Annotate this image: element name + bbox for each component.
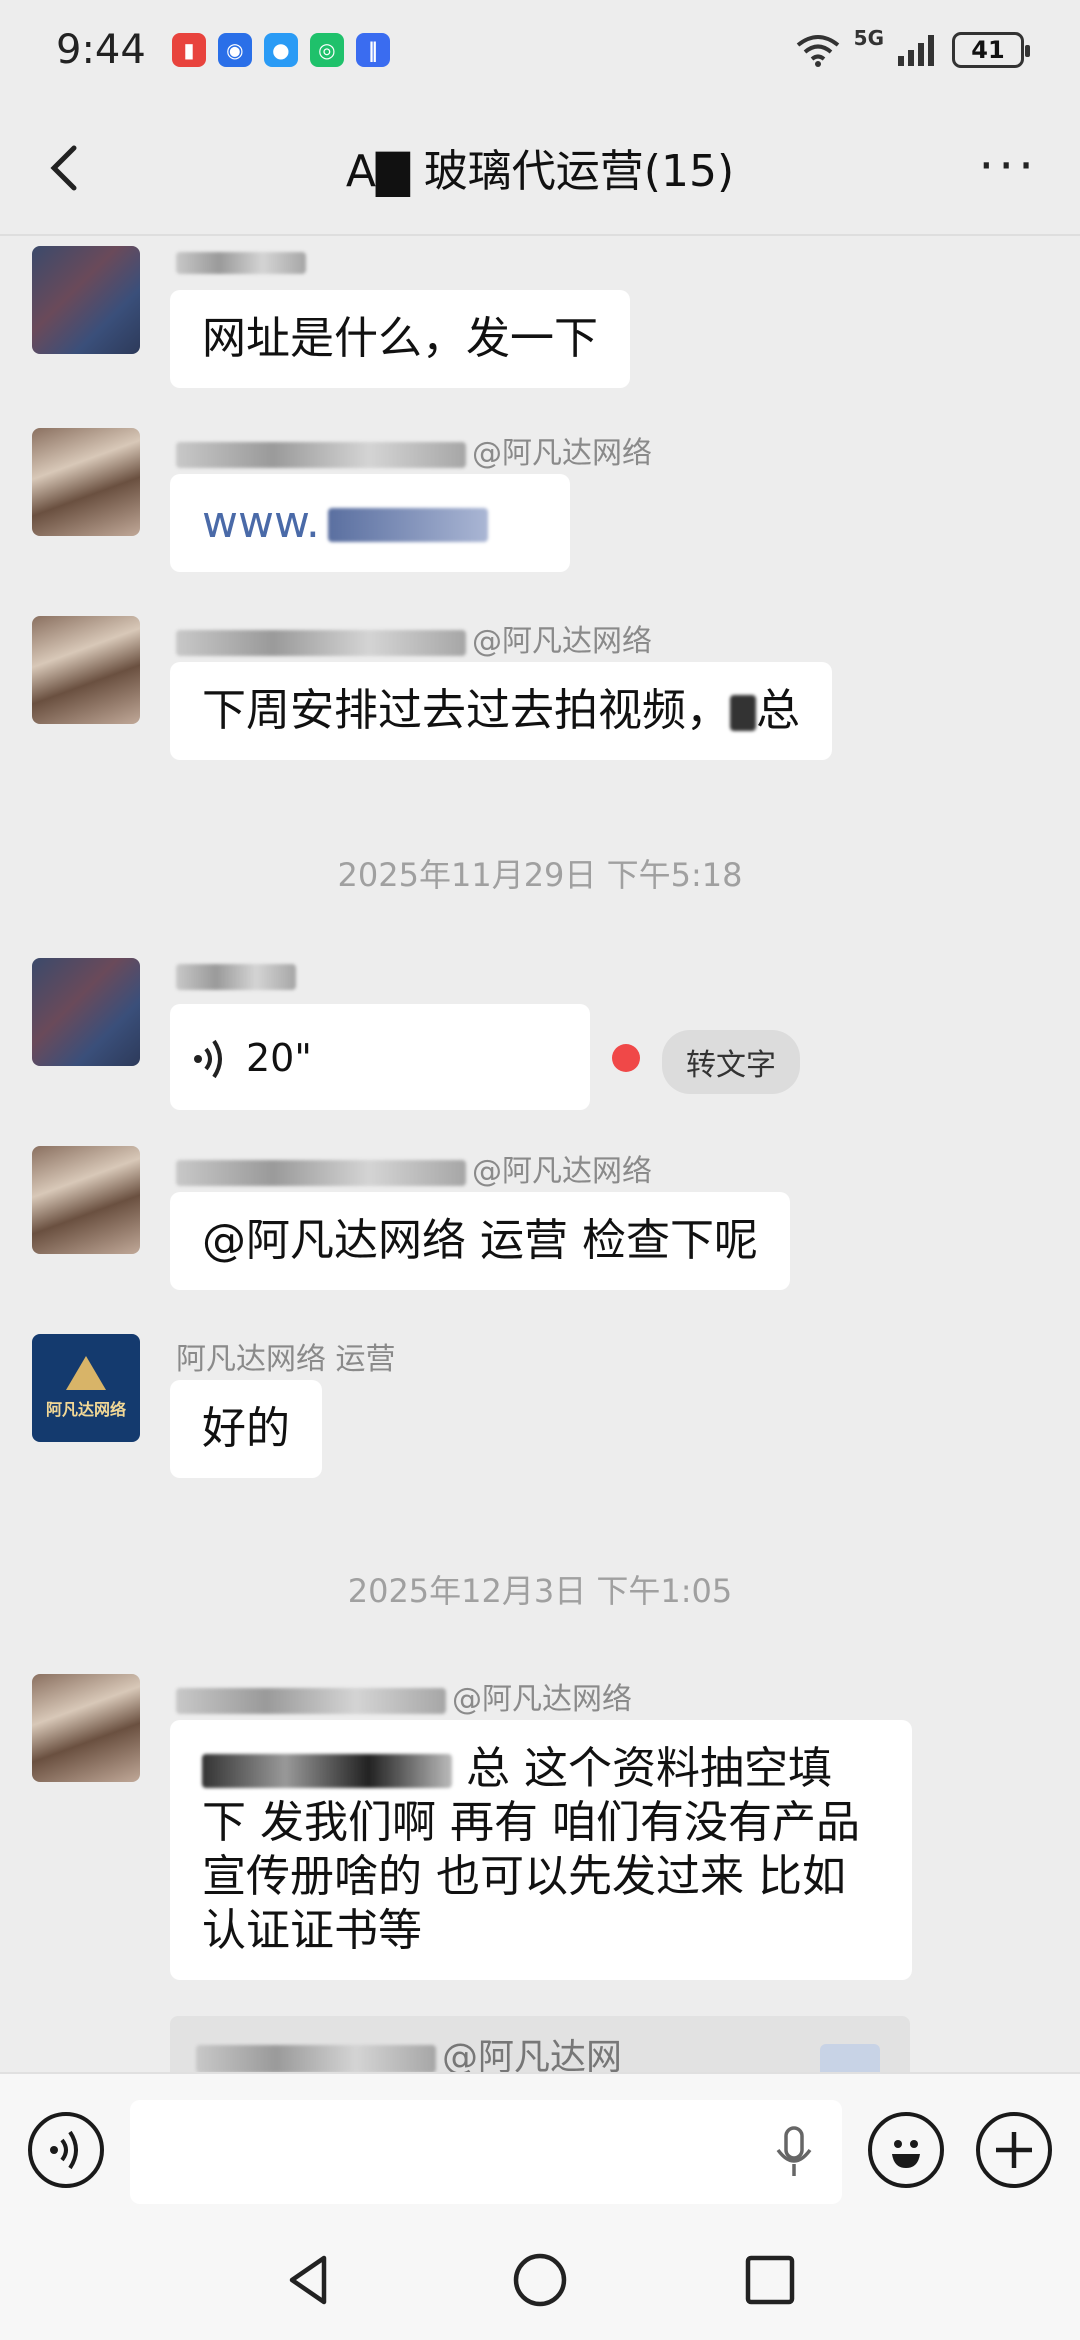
chat-title: A▇ 玻璃代运营(15)	[345, 146, 735, 197]
message-line: 总 这个资料抽空填	[202, 1742, 880, 1796]
system-nav-bar	[0, 2224, 1080, 2340]
unread-dot	[612, 1044, 640, 1072]
notes-app-icon: ▮	[171, 33, 206, 67]
plus-icon	[996, 2132, 1032, 2168]
message-bubble[interactable]: 好的	[170, 1380, 322, 1478]
sender-name	[176, 958, 296, 993]
avatar-label: 阿凡达网络	[45, 1400, 126, 1419]
battery-level: 41	[971, 36, 1005, 64]
microphone-icon[interactable]	[772, 2126, 816, 2178]
clock: 9:44	[56, 27, 146, 73]
message-input[interactable]	[130, 2100, 842, 2204]
message-bubble[interactable]: 网址是什么，发一下	[170, 290, 630, 388]
sender-name: 阿凡达网络 运营	[176, 1342, 396, 1377]
message-bubble[interactable]: 下周安排过去过去拍视频，总	[170, 662, 832, 760]
sender-name: @阿凡达网络	[176, 1146, 652, 1190]
smiley-icon	[892, 2140, 920, 2168]
chat-header: A▇ 玻璃代运营(15) ···	[0, 100, 1080, 236]
avatar[interactable]	[32, 428, 140, 536]
voice-duration: 20"	[246, 1036, 312, 1080]
avatar[interactable]	[32, 1674, 140, 1782]
avatar[interactable]	[32, 616, 140, 724]
sender-name: @阿凡达网络	[176, 1674, 632, 1718]
message-app-icon: ●	[263, 33, 298, 67]
message-bubble[interactable]: 总 这个资料抽空填 下 发我们啊 再有 咱们有没有产品 宣传册啥的 也可以先发过…	[170, 1720, 912, 1980]
timestamp: 2025年11月29日 下午5:18	[337, 856, 743, 894]
nav-back-icon[interactable]	[280, 2250, 340, 2310]
message-bubble[interactable]: @阿凡达网络 运营 检查下呢	[170, 1192, 790, 1290]
wechat-icon: ◎	[309, 33, 344, 67]
avatar[interactable]	[32, 246, 140, 354]
more-options-icon[interactable]: ···	[978, 141, 1038, 191]
battery-icon: 41	[952, 32, 1030, 68]
voice-message-bubble[interactable]: 20"	[170, 1004, 590, 1110]
back-arrow-icon[interactable]	[40, 140, 96, 196]
more-actions-button[interactable]	[976, 2112, 1052, 2188]
wifi-icon	[796, 35, 839, 67]
bulb-app-icon: ◉	[217, 33, 252, 67]
emoji-button[interactable]	[868, 2112, 944, 2188]
avatar[interactable]	[32, 958, 140, 1066]
timestamp: 2025年12月3日 下午1:05	[347, 1572, 733, 1610]
sender-name: @阿凡达网络	[176, 428, 652, 472]
status-bar: 9:44 ▮ ◉ ● ◎ ‖ 5G 41	[0, 0, 1080, 100]
logo-icon	[66, 1356, 106, 1390]
avatar[interactable]	[32, 1146, 140, 1254]
sender-name	[176, 244, 306, 279]
nav-recents-icon[interactable]	[740, 2250, 800, 2310]
sender-name: @阿凡达网络	[176, 616, 652, 660]
voice-wave-icon	[50, 2130, 78, 2170]
message-bubble[interactable]: www.	[170, 474, 570, 572]
quoted-message[interactable]: @阿凡达网	[170, 2016, 910, 2072]
message-line: 认证证书等	[202, 1905, 422, 1956]
document-icon	[820, 2044, 880, 2072]
voice-input-toggle[interactable]	[28, 2112, 104, 2188]
network-type: 5G	[853, 26, 884, 50]
message-line: 宣传册啥的 也可以先发过来 比如	[202, 1851, 846, 1902]
voice-wave-icon	[194, 1039, 222, 1079]
voice-to-text-button[interactable]: 转文字	[662, 1030, 800, 1094]
avatar[interactable]: 阿凡达网络	[32, 1334, 140, 1442]
voice-app-icon: ‖	[355, 33, 390, 67]
message-list[interactable]: 网址是什么，发一下 @阿凡达网络 www. @阿凡达网络 下周安排过去过去拍视频…	[0, 238, 1080, 2072]
message-line: 下 发我们啊 再有 咱们有没有产品	[202, 1797, 860, 1848]
signal-icon	[898, 35, 934, 66]
input-bar	[0, 2072, 1080, 2224]
nav-home-icon[interactable]	[510, 2250, 570, 2310]
